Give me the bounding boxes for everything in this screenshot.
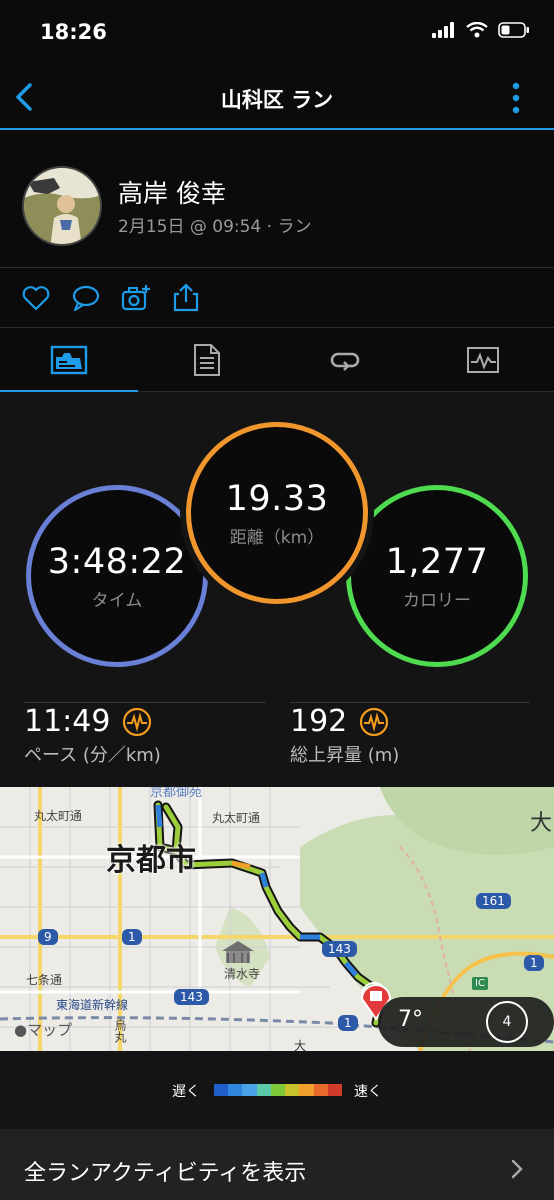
- legend-color-swatch: [214, 1084, 229, 1096]
- calories-label: カロリー: [403, 590, 471, 611]
- weather-temperature: 7°: [398, 1007, 423, 1032]
- legend-color-swatch: [228, 1084, 243, 1096]
- laps-loop-icon: [330, 352, 360, 371]
- legend-color-swatch: [285, 1084, 300, 1096]
- legend-color-swatch: [256, 1084, 271, 1096]
- avatar-photo: [24, 168, 100, 244]
- legend-color-bar: [214, 1084, 342, 1096]
- time-value: 3:48:22: [47, 541, 187, 582]
- activity-header: 高岸 俊幸 2月15日 @ 09:54 · ラン: [0, 130, 554, 268]
- elevation-chart-icon: [360, 707, 389, 736]
- route-map[interactable]: 京都御苑 丸太町通 丸太町通 京都市 七条通 清水寺 東海道新幹線 烏丸 大 大…: [0, 787, 554, 1051]
- map-label: 東海道新幹線: [56, 998, 129, 1012]
- route-shield: 1: [122, 929, 142, 945]
- like-heart-icon[interactable]: [20, 282, 52, 314]
- comment-icon[interactable]: [70, 282, 102, 314]
- user-name[interactable]: 高岸 俊幸: [118, 174, 226, 210]
- elevation-metric[interactable]: 192 総上昇量 (m): [290, 704, 530, 767]
- legend-color-swatch: [270, 1084, 286, 1096]
- map-label: 京都御苑: [150, 787, 203, 800]
- map-label: 清水寺: [224, 967, 261, 981]
- nav-bar: 山科区 ラン: [0, 68, 554, 130]
- chevron-right-icon: [511, 1159, 523, 1179]
- more-options-icon[interactable]: [508, 82, 524, 116]
- tab-overview[interactable]: [0, 328, 138, 393]
- all-run-activities-label: 全ランアクティビティを表示: [24, 1161, 307, 1186]
- pace-value: 11:49: [24, 704, 111, 739]
- route-shield: 1: [338, 1015, 358, 1031]
- wind-compass-icon: 4: [486, 1001, 528, 1043]
- apple-logo-icon: ●: [14, 1021, 28, 1039]
- overview-chart-icon: [50, 345, 88, 375]
- calories-value: 1,277: [385, 541, 489, 582]
- status-time: 18:26: [40, 20, 107, 44]
- divider: [24, 702, 266, 703]
- route-shield: 161: [476, 893, 511, 909]
- wifi-icon: [466, 22, 488, 38]
- avatar[interactable]: [22, 166, 102, 246]
- status-icons: [432, 22, 530, 38]
- legend-color-swatch: [327, 1084, 342, 1096]
- calories-ring: 1,277 カロリー: [346, 485, 528, 667]
- legend-slow-label: 遅く: [172, 1084, 200, 1100]
- tab-charts[interactable]: [414, 328, 552, 392]
- stats-panel: 3:48:22 タイム 1,277 カロリー 19.33 距離（km） 11:4…: [0, 392, 554, 787]
- share-icon[interactable]: [170, 282, 202, 314]
- apple-maps-attribution: ●マップ: [14, 1021, 73, 1039]
- detail-tabs: [0, 328, 554, 393]
- legend-color-swatch: [299, 1084, 314, 1096]
- weather-overlay: 7° 4: [378, 997, 554, 1047]
- map-label: 丸太町通: [34, 809, 83, 823]
- pace-metric[interactable]: 11:49 ペース (分／km): [24, 704, 264, 767]
- signal-icon: [432, 22, 454, 38]
- map-city-label: 京都市: [106, 843, 196, 878]
- map-ic-label: IC: [472, 977, 488, 990]
- legend-color-swatch: [313, 1084, 328, 1096]
- page-title: 山科区 ラン: [220, 88, 334, 112]
- pace-legend: 遅く 速く: [0, 1051, 554, 1129]
- pace-chart-icon: [123, 707, 152, 736]
- map-label: 七条通: [26, 973, 63, 987]
- tab-stats[interactable]: [138, 328, 276, 392]
- add-photo-icon[interactable]: [120, 282, 152, 314]
- map-label: 大: [530, 811, 553, 836]
- heart-rate-chart-icon: [467, 347, 499, 373]
- distance-label: 距離（km）: [229, 527, 325, 548]
- status-bar: 18:26: [0, 0, 554, 68]
- activity-date-type: 2月15日 @ 09:54 · ラン: [118, 217, 312, 237]
- tab-laps[interactable]: [276, 328, 414, 392]
- divider: [290, 702, 530, 703]
- map-label: 烏丸: [113, 1019, 127, 1043]
- time-ring: 3:48:22 タイム: [26, 485, 208, 667]
- time-label: タイム: [91, 590, 143, 611]
- stats-document-icon: [194, 344, 220, 376]
- legend-color-swatch: [242, 1084, 257, 1096]
- map-label: 丸太町通: [212, 811, 261, 825]
- legend-fast-label: 速く: [354, 1084, 382, 1100]
- elevation-value: 192: [290, 704, 348, 739]
- map-label: 大: [294, 1039, 307, 1051]
- action-row: [0, 268, 554, 328]
- all-run-activities-row[interactable]: 全ランアクティビティを表示: [0, 1129, 554, 1200]
- route-shield: 143: [174, 989, 209, 1005]
- pace-label: ペース (分／km): [24, 745, 161, 766]
- battery-icon: [498, 22, 529, 38]
- distance-ring: 19.33 距離（km）: [186, 422, 368, 604]
- route-shield: 143: [322, 941, 357, 957]
- distance-value: 19.33: [225, 478, 329, 519]
- route-shield: 1: [524, 955, 544, 971]
- elevation-label: 総上昇量 (m): [290, 745, 400, 766]
- route-shield: 9: [38, 929, 58, 945]
